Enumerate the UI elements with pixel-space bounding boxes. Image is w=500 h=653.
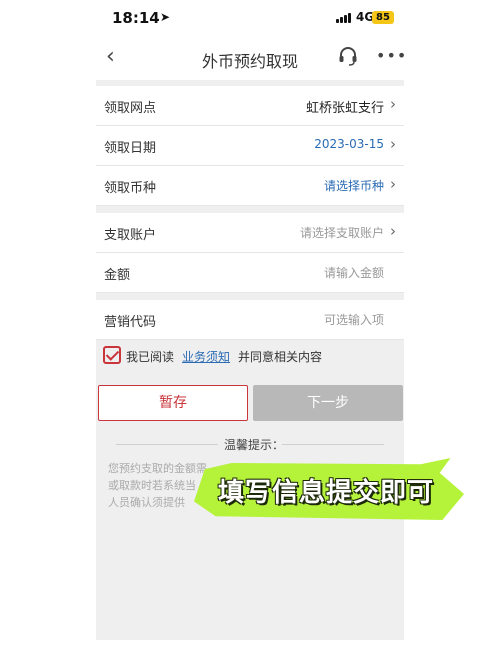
terms-link[interactable]: 业务须知 [182,348,230,365]
promo-label: 营销代码 [104,315,157,330]
chevron-right-icon: › [390,175,396,193]
account-row[interactable]: 支取账户 请选择支取账户 › [96,213,404,253]
amount-row[interactable]: 金额 请输入金额 [96,253,404,293]
agree-checkbox[interactable] [103,346,121,364]
agreement-suffix: 并同意相关内容 [238,350,323,364]
headset-icon[interactable] [338,46,358,66]
next-button[interactable]: 下一步 [253,385,403,421]
date-row[interactable]: 领取日期 2023-03-15 › [96,126,404,166]
nav-bar: ‹ 外币预约取现 ••• [96,36,407,80]
signal-icon [336,13,352,23]
date-value: 2023-03-15 [314,137,384,151]
currency-value: 请选择币种 [323,179,384,193]
amount-input[interactable]: 请输入金额 [324,264,384,281]
status-bar: 18:14 ➤ 4G 85 [0,0,500,36]
currency-label: 领取币种 [104,181,157,196]
branch-label: 领取网点 [104,101,157,116]
account-select[interactable]: 请选择支取账户 [300,224,384,241]
agreement-prefix: 我已阅读 [126,350,175,364]
tips-title: 温馨提示： [224,438,285,452]
promo-input[interactable]: 可选输入项 [324,311,384,328]
banner-text: 填写信息提交即可 [218,478,435,508]
battery-icon: 85 [372,11,394,24]
currency-row[interactable]: 领取币种 请选择币种 › [96,166,404,206]
save-button[interactable]: 暂存 [98,385,248,421]
branch-row[interactable]: 领取网点 虹桥张虹支行 › [96,86,404,126]
chevron-right-icon: › [390,222,396,240]
amount-label: 金额 [104,268,131,283]
promo-row[interactable]: 营销代码 可选输入项 [96,300,404,340]
agreement-row: 我已阅读 业务须知 并同意相关内容 [96,342,404,372]
date-label: 领取日期 [104,141,157,156]
location-icon: ➤ [160,10,171,24]
more-icon[interactable]: ••• [376,46,407,65]
tips-divider-right [282,444,384,445]
status-time: 18:14 [112,9,160,27]
tips-divider-left [116,444,218,445]
chevron-right-icon: › [390,95,396,113]
promo-banner: 填写信息提交即可 [194,458,464,520]
account-label: 支取账户 [104,228,157,243]
chevron-right-icon: › [390,135,396,153]
form-container: 领取网点 虹桥张虹支行 › 领取日期 2023-03-15 › 领取币种 请选择… [96,80,404,640]
branch-value: 虹桥张虹支行 [305,101,384,116]
